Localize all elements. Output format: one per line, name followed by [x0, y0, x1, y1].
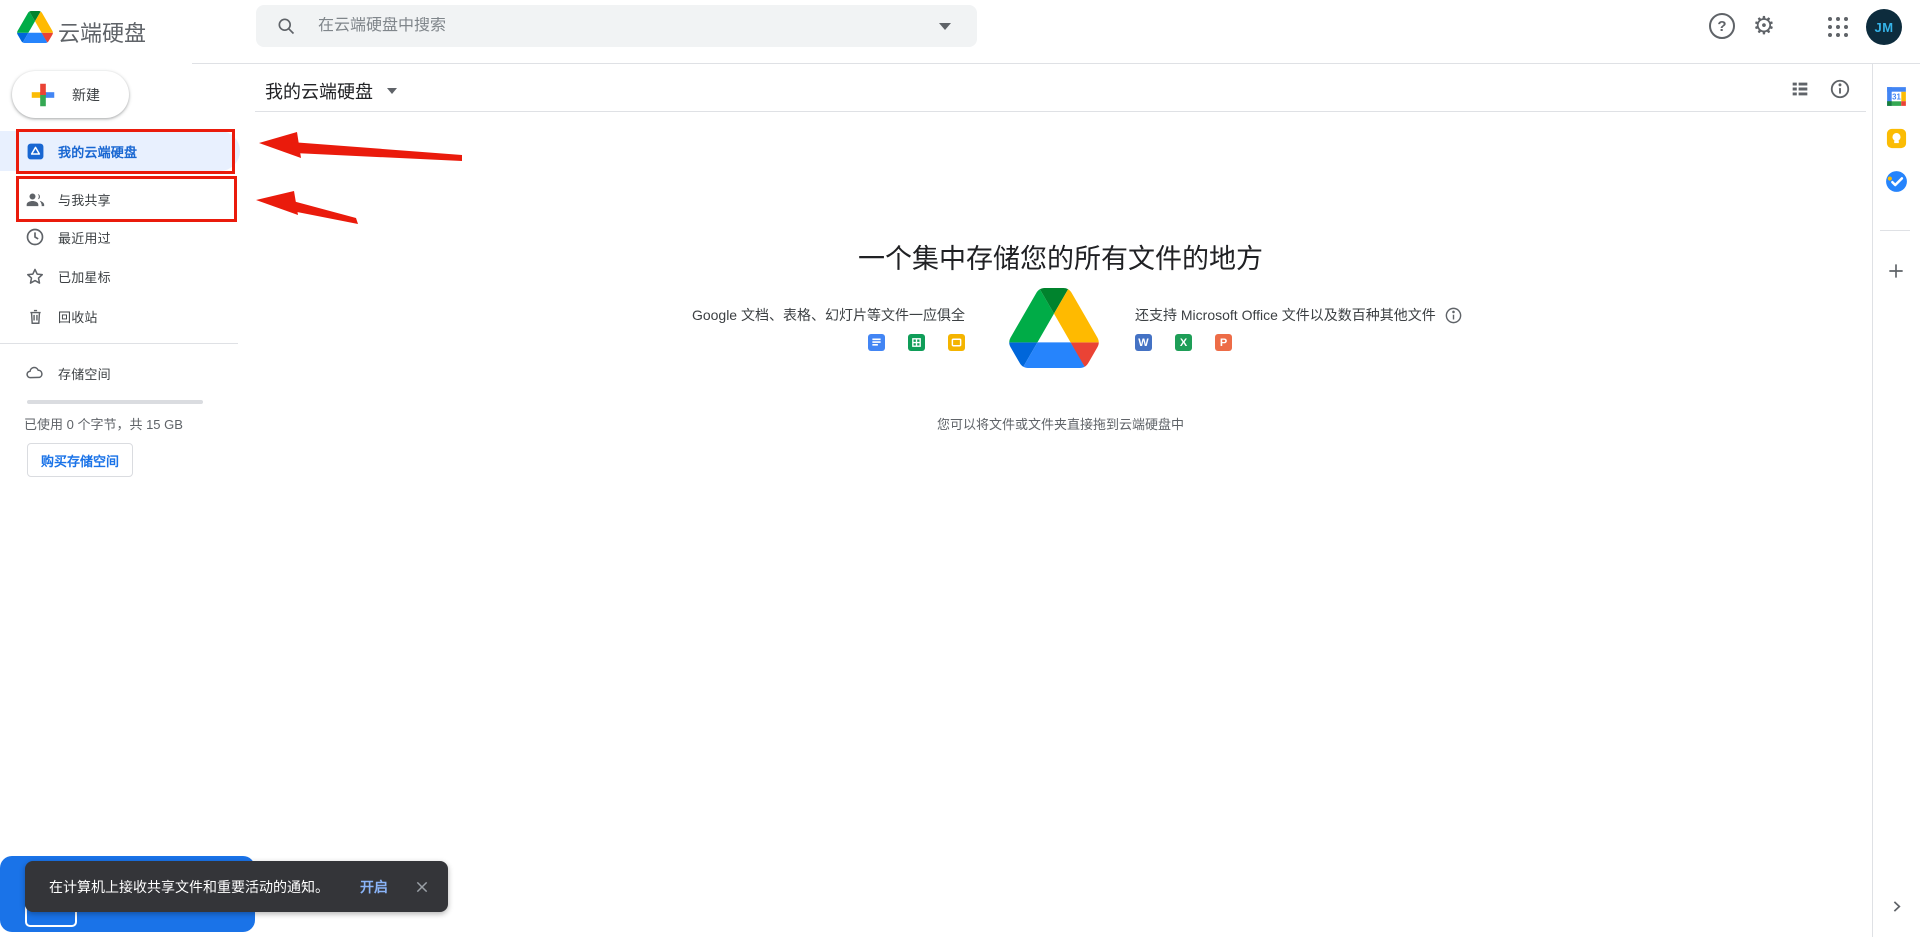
sidebar-item-trash[interactable]: 回收站	[0, 296, 240, 336]
sidebar-item-storage[interactable]: 存储空间	[0, 353, 240, 393]
app-header: 云端硬盘 ? ⚙ JM	[0, 0, 1920, 64]
annotation-arrow-1-head	[259, 132, 301, 158]
empty-state-heading: 一个集中存储您的所有文件的地方	[858, 244, 1263, 274]
office-files-caption: 还支持 Microsoft Office 文件以及数百种其他文件	[1135, 307, 1436, 323]
sidebar-item-label: 回收站	[58, 309, 98, 325]
word-file-icon: W	[1135, 334, 1152, 351]
sidebar-item-label: 我的云端硬盘	[58, 144, 138, 160]
keep-icon	[1886, 128, 1906, 148]
apps-grid-button[interactable]	[1827, 16, 1849, 38]
breadcrumb[interactable]: 我的云端硬盘	[265, 78, 397, 104]
sidebar-item-shared-with-me[interactable]: 与我共享	[0, 179, 240, 219]
annotation-arrows	[256, 132, 462, 224]
google-sheets-icon	[908, 334, 925, 351]
toast-enable-button[interactable]: 开启	[360, 877, 388, 897]
sidebar-divider	[0, 343, 238, 344]
annotation-arrow-2-shaft	[289, 200, 358, 224]
help-icon: ?	[1717, 17, 1727, 35]
sidebar-item-my-drive[interactable]: 我的云端硬盘	[0, 131, 240, 171]
sidebar-item-recent[interactable]: 最近用过	[0, 217, 240, 257]
google-files-block: Google 文档、表格、幻灯片等文件一应俱全	[640, 305, 965, 351]
details-button[interactable]	[1828, 79, 1852, 103]
account-avatar[interactable]: JM	[1866, 9, 1902, 45]
avatar-initials: JM	[1874, 19, 1894, 35]
sidebar-item-label: 存储空间	[58, 366, 111, 382]
cloud-icon	[25, 362, 45, 384]
google-slides-icon	[948, 334, 965, 351]
rail-divider	[1880, 230, 1910, 231]
sidebar-item-label: 最近用过	[58, 230, 111, 246]
my-drive-icon	[25, 142, 45, 161]
drive-logo-icon[interactable]	[17, 11, 53, 43]
info-icon	[1829, 78, 1851, 105]
search-icon[interactable]	[276, 16, 296, 36]
sidebar-item-label: 与我共享	[58, 192, 111, 208]
notification-toast: 在计算机上接收共享文件和重要活动的通知。 开启	[25, 861, 448, 912]
plus-icon	[1889, 264, 1903, 278]
star-icon	[25, 266, 45, 287]
svg-text:31: 31	[1892, 92, 1901, 101]
powerpoint-file-icon: P	[1215, 334, 1232, 351]
clock-icon	[25, 227, 45, 247]
annotation-arrow-1-shaft	[291, 142, 462, 161]
collapse-panel-button[interactable]	[1883, 893, 1909, 919]
chevron-down-icon	[387, 88, 397, 94]
breadcrumb-label: 我的云端硬盘	[265, 82, 373, 102]
close-icon[interactable]	[414, 879, 430, 895]
help-button[interactable]: ?	[1709, 13, 1735, 39]
google-plus-icon	[28, 80, 58, 110]
annotation-arrow-2-head	[256, 191, 298, 215]
drag-hint-text: 您可以将文件或文件夹直接拖到云端硬盘中	[936, 417, 1184, 432]
list-view-button[interactable]	[1788, 79, 1812, 103]
apps-grid-icon	[1828, 17, 1848, 37]
sidebar-item-label: 已加星标	[58, 269, 111, 285]
tasks-icon	[1885, 170, 1907, 192]
app-title: 云端硬盘	[58, 21, 147, 46]
drive-logo-large	[1008, 288, 1100, 368]
search-bar[interactable]	[256, 5, 977, 47]
storage-progress-bar	[27, 400, 203, 404]
list-view-icon	[1789, 78, 1811, 105]
tasks-app-button[interactable]	[1883, 168, 1909, 194]
google-files-caption: Google 文档、表格、幻灯片等文件一应俱全	[691, 307, 965, 323]
calendar-app-button[interactable]: 31	[1883, 83, 1909, 109]
people-icon	[25, 189, 45, 210]
side-panel-rail	[1872, 64, 1920, 937]
new-button-label: 新建	[72, 86, 100, 103]
keep-app-button[interactable]	[1883, 125, 1909, 151]
search-options-caret-icon[interactable]	[939, 22, 951, 30]
buy-storage-button[interactable]: 购买存储空间	[27, 443, 133, 477]
settings-button[interactable]: ⚙	[1749, 11, 1779, 41]
header-divider	[192, 63, 1920, 64]
calendar-icon: 31	[1886, 86, 1906, 106]
sidebar-item-starred[interactable]: 已加星标	[0, 256, 240, 296]
google-docs-icon	[868, 334, 885, 351]
storage-usage-text: 已使用 0 个字节，共 15 GB	[24, 417, 183, 432]
excel-file-icon: X	[1175, 334, 1192, 351]
chevron-right-icon	[1893, 900, 1901, 912]
gear-icon: ⚙	[1752, 12, 1776, 40]
trash-icon	[25, 307, 45, 326]
add-panel-app-button[interactable]	[1883, 258, 1909, 284]
toast-message: 在计算机上接收共享文件和重要活动的通知。	[49, 878, 329, 895]
new-button[interactable]: 新建	[12, 71, 129, 118]
office-info-icon[interactable]	[1444, 306, 1463, 325]
office-files-block: 还支持 Microsoft Office 文件以及数百种其他文件 W X P	[1135, 305, 1515, 351]
search-input[interactable]	[318, 17, 878, 35]
content-divider	[255, 111, 1866, 112]
